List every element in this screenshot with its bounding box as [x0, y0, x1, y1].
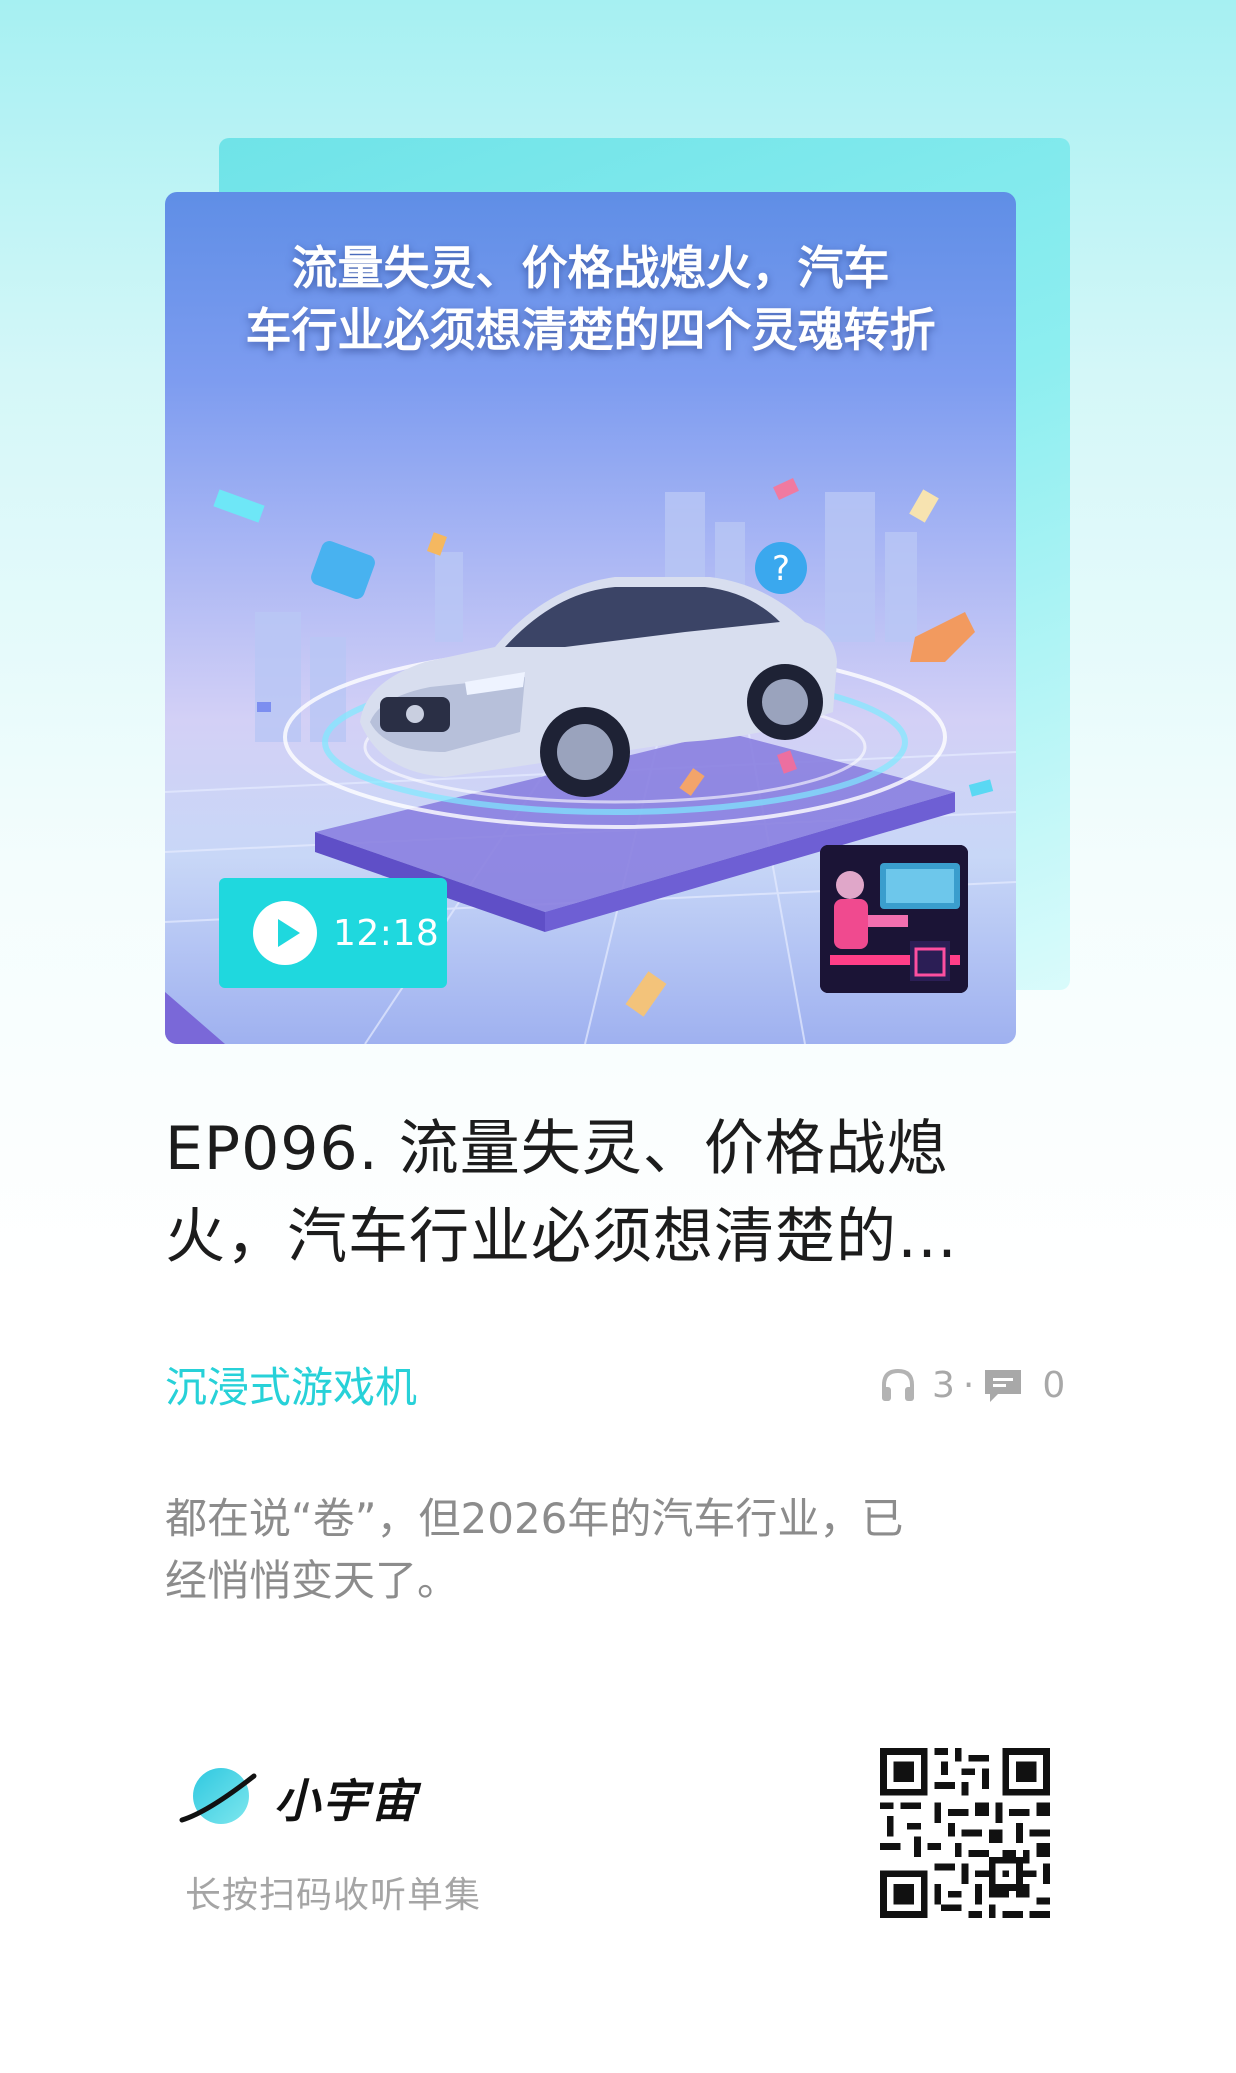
- qr-code[interactable]: [880, 1748, 1050, 1918]
- brand-logo: 小宇宙: [178, 1760, 418, 1836]
- episode-title[interactable]: EP096. 流量失灵、价格战熄 火，汽车行业必须想清楚的…: [165, 1105, 1045, 1281]
- episode-description: 都在说“卷”，但2026年的汽车行业，已 经悄悄变天了。: [165, 1488, 1045, 1612]
- comment-count: 0: [1042, 1364, 1066, 1406]
- xiaoyuzhou-planet-logo-icon: [178, 1760, 264, 1836]
- cover-title: 流量失灵、价格战熄火，汽车 车行业必须想清楚的四个灵魂转折: [165, 237, 1016, 361]
- cover-title-line-2: 车行业必须想清楚的四个灵魂转折: [245, 303, 936, 357]
- episode-title-line-1: EP096. 流量失灵、价格战熄: [165, 1114, 948, 1184]
- play-count: 3: [932, 1364, 955, 1406]
- svg-text:?: ?: [772, 549, 790, 589]
- episode-cover[interactable]: ? 流量失灵、价格战熄火，汽车 车行业必须想清楚的四个灵魂转折 12:18: [165, 192, 1016, 1044]
- brand-name: 小宇宙: [274, 1774, 418, 1828]
- play-duration-button[interactable]: 12:18: [219, 878, 447, 988]
- cover-title-line-1: 流量失灵、价格战熄火，汽车: [291, 241, 890, 295]
- play-icon: [253, 901, 317, 965]
- description-line-1: 都在说“卷”，但2026年的汽车行业，已: [165, 1494, 904, 1543]
- episode-title-line-2: 火，汽车行业必须想清楚的…: [165, 1202, 958, 1272]
- podcast-name-link[interactable]: 沉浸式游戏机: [165, 1354, 417, 1415]
- stats-separator: ·: [962, 1364, 975, 1406]
- episode-stats: 3 · 0: [878, 1360, 1065, 1410]
- episode-duration: 12:18: [333, 912, 440, 954]
- scan-hint: 长按扫码收听单集: [185, 1875, 482, 1916]
- description-line-2: 经悄悄变天了。: [165, 1556, 460, 1605]
- comment-icon[interactable]: [982, 1365, 1024, 1405]
- headphones-icon: [878, 1365, 918, 1405]
- podcast-thumbnail: [820, 845, 968, 993]
